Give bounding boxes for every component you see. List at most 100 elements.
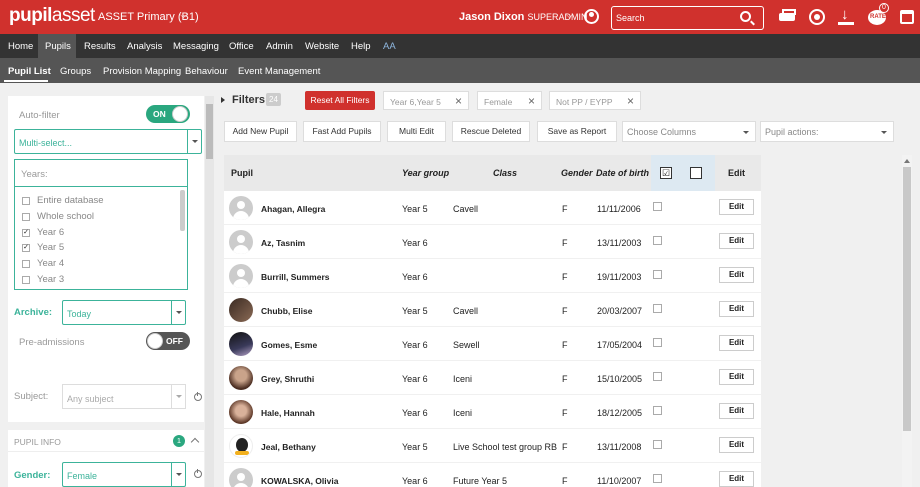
years-multiselect[interactable]: Multi-select... [14, 129, 202, 154]
choose-columns-select[interactable]: Choose Columns [622, 121, 756, 142]
calendar-icon[interactable] [900, 10, 914, 24]
avatar[interactable] [229, 434, 253, 458]
chevron-down-icon[interactable] [171, 385, 185, 408]
row-select-checkbox[interactable] [653, 202, 662, 211]
table-row[interactable]: Chubb, Elise Year 5 Cavell F 20/03/2007 Edit [224, 293, 761, 327]
row-select-checkbox[interactable] [653, 372, 662, 381]
row-select-checkbox[interactable] [653, 304, 662, 313]
multi-edit-button[interactable]: Multi Edit [387, 121, 446, 142]
table-row[interactable]: Grey, Shruthi Year 6 Iceni F 15/10/2005 Edit [224, 361, 761, 395]
table-row[interactable]: Jeal, Bethany Year 5 Live School test grou… [224, 429, 761, 463]
close-icon[interactable]: × [627, 94, 634, 108]
edit-button[interactable]: Edit [719, 335, 754, 351]
gender-select[interactable]: Female [62, 462, 186, 487]
year-option[interactable]: Entire database [22, 195, 172, 209]
table-row[interactable]: KOWALSKA, Olivia Year 6 Future Year 5 F 11/1… [224, 463, 761, 487]
auto-filter-toggle[interactable]: ON [146, 105, 190, 123]
nav-results[interactable]: Results [84, 41, 116, 52]
select-none-checkbox[interactable] [690, 167, 702, 179]
checkbox-checked[interactable]: ✓ [22, 229, 30, 237]
pupil-name-link[interactable]: Chubb, Elise [261, 306, 312, 316]
checkbox-checked[interactable]: ✓ [22, 244, 30, 252]
edit-button[interactable]: Edit [719, 233, 754, 249]
edit-button[interactable]: Edit [719, 267, 754, 283]
select-all-checkbox[interactable]: ☑ [660, 167, 672, 179]
table-row[interactable]: Az, Tasnim Year 6 F 13/11/2003 Edit [224, 225, 761, 259]
checkbox[interactable] [22, 213, 30, 221]
chevron-down-icon[interactable] [171, 463, 185, 486]
pupil-name-link[interactable]: Az, Tasnim [261, 238, 305, 248]
close-icon[interactable]: × [455, 94, 462, 108]
column-header-date-of-birth[interactable]: Date of birth [596, 168, 649, 178]
archive-select[interactable]: Today [62, 300, 186, 325]
pupil-info-section-header[interactable]: PUPIL INFO 1 [8, 430, 204, 452]
year-option[interactable]: Year 3 [22, 274, 172, 288]
pupil-name-link[interactable]: Ahagan, Allegra [261, 204, 325, 214]
row-select-checkbox[interactable] [653, 338, 662, 347]
checkbox[interactable] [22, 260, 30, 268]
checkbox[interactable] [22, 197, 30, 205]
download-icon[interactable] [838, 6, 854, 25]
edit-button[interactable]: Edit [719, 471, 754, 487]
reset-all-filters-button[interactable]: Reset All Filters [305, 91, 375, 110]
printer-icon[interactable] [779, 9, 796, 25]
row-select-checkbox[interactable] [653, 406, 662, 415]
chevron-down-icon[interactable] [187, 130, 201, 153]
table-row[interactable]: Hale, Hannah Year 6 Iceni F 18/12/2005 Edit [224, 395, 761, 429]
close-icon[interactable]: × [528, 94, 535, 108]
avatar[interactable] [229, 230, 253, 254]
subnav-behaviour[interactable]: Behaviour [185, 66, 228, 77]
column-header-class[interactable]: Class [493, 168, 517, 178]
edit-button[interactable]: Edit [719, 199, 754, 215]
checkbox[interactable] [22, 276, 30, 284]
row-select-checkbox[interactable] [653, 440, 662, 449]
edit-button[interactable]: Edit [719, 403, 754, 419]
add-new-pupil-button[interactable]: Add New Pupil [224, 121, 297, 142]
chevron-down-icon[interactable]: ⌵ [566, 10, 573, 21]
row-select-checkbox[interactable] [653, 474, 662, 483]
filters-title[interactable]: Filters [232, 94, 265, 106]
support-icon[interactable] [809, 9, 825, 25]
caret-right-icon[interactable] [221, 97, 225, 103]
preadmissions-toggle[interactable]: OFF [146, 332, 190, 350]
year-option[interactable]: Whole school [22, 211, 172, 225]
edit-button[interactable]: Edit [719, 437, 754, 453]
subnav-groups[interactable]: Groups [60, 66, 91, 77]
year-option[interactable]: Year 4 [22, 258, 172, 272]
power-icon[interactable] [194, 469, 202, 478]
power-icon[interactable] [194, 392, 202, 401]
nav-messaging[interactable]: Messaging [173, 41, 219, 52]
scrollbar-thumb[interactable] [206, 104, 213, 159]
search-input[interactable]: Search [611, 6, 764, 30]
nav-home[interactable]: Home [8, 41, 33, 52]
avatar[interactable] [229, 332, 253, 356]
nav-accessibility[interactable]: AA [383, 41, 396, 52]
row-select-checkbox[interactable] [653, 236, 662, 245]
user-account-icon[interactable] [584, 9, 599, 24]
column-header-year-group[interactable]: Year group [402, 168, 449, 178]
year-option[interactable]: ✓ Year 6 [22, 227, 172, 241]
subject-select[interactable]: Any subject [62, 384, 186, 409]
scrollbar-thumb[interactable] [903, 167, 911, 431]
row-select-checkbox[interactable] [653, 270, 662, 279]
pupil-name-link[interactable]: Burrill, Summers [261, 272, 330, 282]
table-row[interactable]: Gomes, Esme Year 6 Sewell F 17/05/2004 Edit [224, 327, 761, 361]
save-as-report-button[interactable]: Save as Report [537, 121, 617, 142]
year-option[interactable]: ✓ Year 5 [22, 242, 172, 256]
nav-website[interactable]: Website [305, 41, 339, 52]
search-icon[interactable] [740, 11, 751, 22]
avatar[interactable] [229, 400, 253, 424]
edit-button[interactable]: Edit [719, 301, 754, 317]
edit-button[interactable]: Edit [719, 369, 754, 385]
nav-help[interactable]: Help [351, 41, 371, 52]
table-row[interactable]: Ahagan, Allegra Year 5 Cavell F 11/11/2006 Ed… [224, 191, 761, 225]
avatar[interactable] [229, 468, 253, 487]
column-header-gender[interactable]: Gender [561, 168, 593, 178]
filter-panel-scrollbar[interactable] [205, 96, 214, 487]
pupil-actions-select[interactable]: Pupil actions: [760, 121, 894, 142]
chevron-down-icon[interactable] [171, 301, 185, 324]
subnav-pupil-list[interactable]: Pupil List [8, 66, 51, 77]
rescue-deleted-button[interactable]: Rescue Deleted [452, 121, 530, 142]
app-logo[interactable]: pupilasset [9, 5, 95, 27]
pupil-name-link[interactable]: Hale, Hannah [261, 408, 315, 418]
